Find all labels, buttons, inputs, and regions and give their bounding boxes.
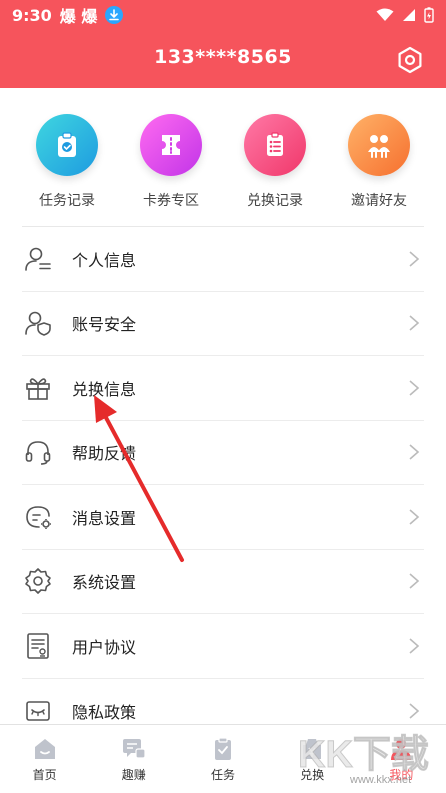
chat-earn-icon bbox=[122, 738, 146, 759]
gift-icon bbox=[22, 372, 54, 404]
profile-header: 9:30 爆 爆 133****8565 bbox=[0, 0, 446, 88]
chevron-right-icon bbox=[409, 251, 420, 267]
status-time: 9:30 bbox=[12, 5, 52, 25]
menu-item-help-feedback[interactable]: 帮助反馈 bbox=[22, 421, 424, 485]
bottom-tab-bar: 首页 趣赚 任务 兑换 我的 bbox=[0, 724, 446, 793]
profile-icon bbox=[391, 738, 412, 760]
quick-entry-row: 任务记录 卡券专区 兑换记录 邀请好友 bbox=[22, 100, 424, 220]
clipboard-check-icon bbox=[36, 114, 98, 176]
signal-icon bbox=[403, 9, 415, 21]
wifi-icon bbox=[376, 8, 394, 21]
menu-item-account-security[interactable]: 账号安全 bbox=[22, 292, 424, 356]
gear-icon bbox=[22, 565, 54, 597]
menu-item-system-settings[interactable]: 系统设置 bbox=[22, 550, 424, 614]
chevron-right-icon bbox=[409, 444, 420, 460]
tab-label: 任务 bbox=[211, 767, 236, 782]
task-icon bbox=[215, 736, 231, 760]
headset-icon bbox=[22, 436, 54, 468]
user-edit-icon bbox=[22, 243, 54, 275]
document-icon bbox=[22, 630, 54, 662]
tab-home[interactable]: 首页 bbox=[0, 725, 89, 793]
tab-task[interactable]: 任务 bbox=[178, 725, 267, 793]
status-app-glyphs: 爆 爆 bbox=[59, 7, 98, 26]
status-indicators bbox=[376, 7, 434, 23]
tab-label: 我的 bbox=[389, 767, 414, 782]
menu-item-message-settings[interactable]: 消息设置 bbox=[22, 485, 424, 550]
user-phone-number: 133****8565 bbox=[154, 46, 292, 68]
menu-item-label: 个人信息 bbox=[72, 250, 137, 270]
battery-icon bbox=[424, 7, 434, 23]
settings-button[interactable] bbox=[396, 46, 424, 74]
chevron-right-icon bbox=[409, 509, 420, 525]
quick-entry-task-records[interactable]: 任务记录 bbox=[22, 100, 112, 220]
quick-entry-exchange-records[interactable]: 兑换记录 bbox=[230, 100, 320, 220]
tab-mine[interactable]: 我的 bbox=[357, 725, 446, 793]
settings-menu: 个人信息 账号安全 兑换信息 帮助反馈 消息设置 系统设置 用户协议 隐私政策 bbox=[22, 227, 424, 743]
menu-item-label: 用户协议 bbox=[72, 637, 137, 657]
menu-item-label: 兑换信息 bbox=[72, 379, 137, 399]
chevron-right-icon bbox=[409, 380, 420, 396]
quick-entry-invite-friends[interactable]: 邀请好友 bbox=[334, 100, 424, 220]
chevron-right-icon bbox=[409, 638, 420, 654]
tab-earn[interactable]: 趣赚 bbox=[89, 725, 178, 793]
quick-entry-label: 兑换记录 bbox=[247, 193, 303, 209]
chevron-right-icon bbox=[409, 315, 420, 331]
ticket-icon bbox=[140, 114, 202, 176]
quick-entry-coupons[interactable]: 卡券专区 bbox=[126, 100, 216, 220]
list-document-icon bbox=[244, 114, 306, 176]
hexagon-settings-icon bbox=[398, 46, 422, 74]
quick-entry-label: 任务记录 bbox=[39, 193, 95, 209]
menu-item-label: 账号安全 bbox=[72, 315, 137, 335]
status-bar: 9:30 爆 爆 bbox=[0, 0, 446, 30]
tab-label: 首页 bbox=[32, 767, 57, 782]
menu-item-label: 消息设置 bbox=[72, 508, 137, 528]
two-people-icon bbox=[348, 114, 410, 176]
exchange-icon bbox=[303, 738, 322, 759]
quick-entry-label: 邀请好友 bbox=[351, 193, 407, 209]
tab-label: 趣赚 bbox=[121, 767, 146, 782]
user-shield-icon bbox=[22, 307, 54, 339]
menu-item-user-agreement[interactable]: 用户协议 bbox=[22, 614, 424, 679]
home-icon bbox=[34, 738, 55, 759]
chevron-right-icon bbox=[409, 703, 420, 719]
menu-item-personal-info[interactable]: 个人信息 bbox=[22, 227, 424, 292]
menu-item-exchange-info[interactable]: 兑换信息 bbox=[22, 356, 424, 421]
privacy-eye-icon bbox=[22, 695, 54, 727]
download-icon bbox=[105, 6, 124, 24]
tab-label: 兑换 bbox=[300, 767, 325, 782]
quick-entry-label: 卡券专区 bbox=[143, 193, 199, 209]
menu-item-label: 隐私政策 bbox=[72, 702, 137, 722]
menu-item-label: 系统设置 bbox=[72, 573, 137, 593]
menu-item-label: 帮助反馈 bbox=[72, 444, 137, 464]
tab-exchange[interactable]: 兑换 bbox=[268, 725, 357, 793]
chevron-right-icon bbox=[409, 573, 420, 589]
message-settings-icon bbox=[22, 501, 54, 533]
